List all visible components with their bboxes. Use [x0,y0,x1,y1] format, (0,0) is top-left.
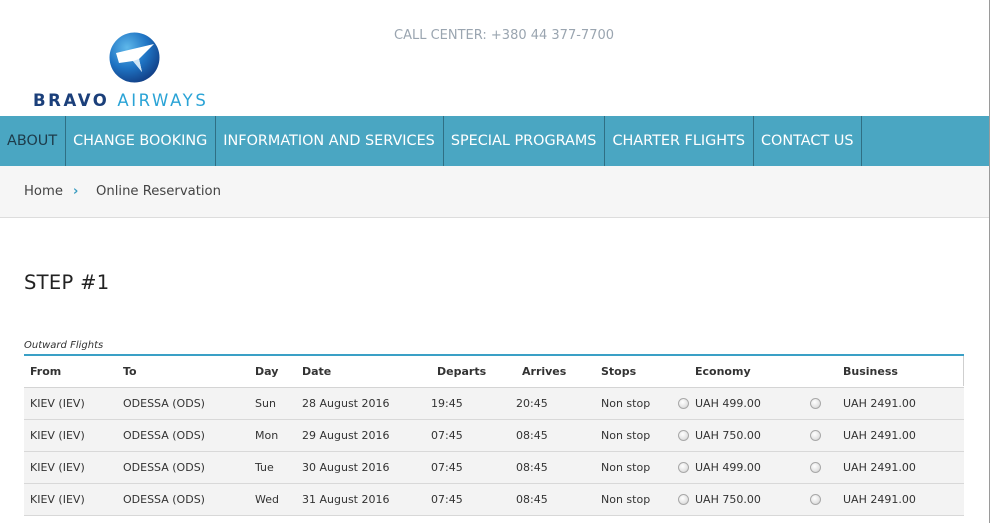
cell-date: 31 August 2016 [302,492,390,506]
table-row: KIEV (IEV) ODESSA (ODS) Wed 31 August 20… [24,483,964,515]
logo-word-bravo: BRAVO [33,91,110,110]
nav-item-about[interactable]: ABOUT [0,116,67,166]
economy-fare-radio[interactable] [678,462,689,473]
breadcrumb-home-link[interactable]: Home [24,184,63,199]
page-title: STEP #1 [24,271,110,294]
breadcrumb-chevron-icon: › [73,184,79,199]
flights-table: From To Day Date Departs Arrives Stops E… [24,354,964,516]
table-header-row: From To Day Date Departs Arrives Stops E… [24,355,964,388]
economy-fare-radio[interactable] [678,494,689,505]
col-header-date: Date [296,355,431,388]
cell-business-radio [804,483,837,515]
cell-business-price: UAH 2491.00 [843,492,916,506]
logo-plane-icon[interactable] [109,32,160,83]
cell-date: 28 August 2016 [302,396,390,410]
cell-day: Sun [255,396,276,410]
cell-departs: 07:45 [431,428,463,442]
cell-arrives: 08:45 [516,428,548,442]
table-row: KIEV (IEV) ODESSA (ODS) Mon 29 August 20… [24,419,964,451]
site-header: BRAVO AIRWAYS CALL CENTER: +380 44 377-7… [0,0,989,116]
cell-departs: 07:45 [431,492,463,506]
breadcrumb: Home › Online Reservation [0,166,989,218]
call-center-phone: CALL CENTER: +380 44 377-7700 [394,28,615,43]
cell-date: 29 August 2016 [302,428,390,442]
cell-economy-price: UAH 499.00 [695,396,761,410]
cell-to: ODESSA (ODS) [123,428,205,442]
cell-economy-radio [672,451,689,483]
economy-fare-radio[interactable] [678,430,689,441]
cell-economy-price: UAH 499.00 [695,460,761,474]
col-header-stops: Stops [595,355,672,388]
cell-date: 30 August 2016 [302,460,390,474]
cell-to: ODESSA (ODS) [123,492,205,506]
cell-business-radio [804,451,837,483]
col-header-business-radio [804,355,837,388]
cell-arrives: 08:45 [516,460,548,474]
cell-economy-radio [672,387,689,419]
breadcrumb-current: Online Reservation [96,184,221,199]
cell-day: Wed [255,492,279,506]
cell-from: KIEV (IEV) [30,428,85,442]
table-row: KIEV (IEV) ODESSA (ODS) Sun 28 August 20… [24,387,964,419]
cell-arrives: 20:45 [516,396,548,410]
cell-business-price: UAH 2491.00 [843,428,916,442]
col-header-economy: Economy [689,355,804,388]
cell-stops: Non stop [601,460,651,474]
cell-economy-radio [672,419,689,451]
col-header-from: From [24,355,117,388]
cell-business-radio [804,387,837,419]
cell-stops: Non stop [601,396,651,410]
cell-from: KIEV (IEV) [30,460,85,474]
cell-stops: Non stop [601,428,651,442]
nav-item-charter-flights[interactable]: CHARTER FLIGHTS [605,116,754,166]
nav-item-special-programs[interactable]: SPECIAL PROGRAMS [444,116,606,166]
cell-business-price: UAH 2491.00 [843,460,916,474]
nav-item-information-and-services[interactable]: INFORMATION AND SERVICES [216,116,444,166]
cell-economy-price: UAH 750.00 [695,428,761,442]
cell-departs: 07:45 [431,460,463,474]
logo-word-airways: AIRWAYS [117,91,209,110]
table-header-right-border [963,356,964,386]
cell-economy-radio [672,483,689,515]
cell-departs: 19:45 [431,396,463,410]
cell-to: ODESSA (ODS) [123,460,205,474]
business-fare-radio[interactable] [810,462,821,473]
cell-business-radio [804,419,837,451]
cell-from: KIEV (IEV) [30,396,85,410]
business-fare-radio[interactable] [810,430,821,441]
economy-fare-radio[interactable] [678,398,689,409]
table-row: KIEV (IEV) ODESSA (ODS) Tue 30 August 20… [24,451,964,483]
business-fare-radio[interactable] [810,398,821,409]
business-fare-radio[interactable] [810,494,821,505]
col-header-arrives: Arrives [516,355,595,388]
cell-to: ODESSA (ODS) [123,396,205,410]
nav-item-contact-us[interactable]: CONTACT US [754,116,863,166]
cell-stops: Non stop [601,492,651,506]
col-header-day: Day [249,355,296,388]
cell-arrives: 08:45 [516,492,548,506]
col-header-economy-radio [672,355,689,388]
nav-item-change-booking[interactable]: CHANGE BOOKING [66,116,217,166]
col-header-departs: Departs [431,355,516,388]
main-nav: ABOUT CHANGE BOOKING INFORMATION AND SER… [0,116,989,166]
logo-wordmark[interactable]: BRAVO AIRWAYS [33,91,208,110]
cell-day: Tue [255,460,274,474]
cell-from: KIEV (IEV) [30,492,85,506]
col-header-to: To [117,355,249,388]
cell-day: Mon [255,428,279,442]
section-label-outward-flights: Outward Flights [24,340,104,351]
cell-business-price: UAH 2491.00 [843,396,916,410]
col-header-business: Business [837,355,964,388]
cell-economy-price: UAH 750.00 [695,492,761,506]
